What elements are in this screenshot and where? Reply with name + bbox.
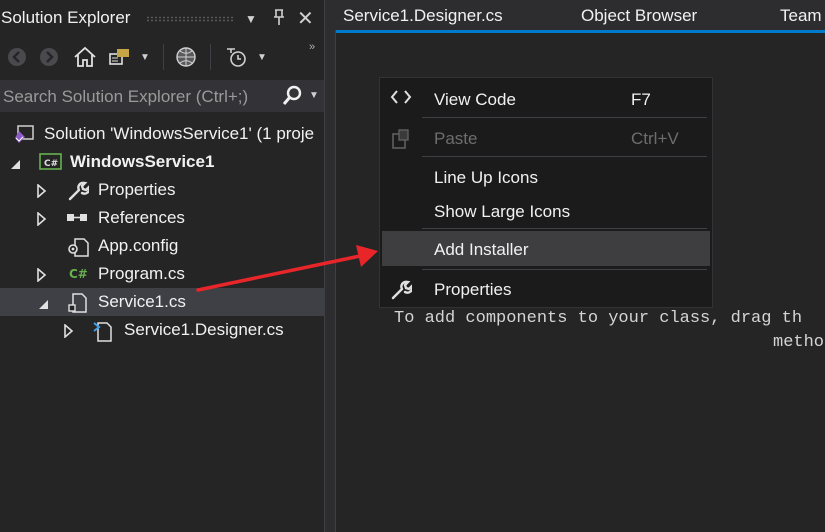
tree-item-label: Properties [98,180,176,199]
collapsed-arrow-icon[interactable] [36,183,48,199]
paste-icon [390,128,412,149]
search-icon[interactable] [281,85,303,112]
menu-item-label: Add Installer [434,240,529,259]
tree-item-label: Solution 'WindowsService1' (1 proje [44,124,315,143]
drag-grip[interactable] [146,16,234,22]
menu-item-view-code[interactable]: View Code F7 [382,81,710,115]
tree-item-service1-designer-cs[interactable]: Service1.Designer.cs [0,316,325,344]
wrench-icon [390,279,414,300]
svg-text:C#: C# [44,159,58,169]
wrench-icon [67,180,91,201]
designer-hint-text-line2: metho [773,333,825,352]
solution-icon [13,124,35,144]
tree-item-label: WindowsService1 [70,152,215,171]
menu-item-shortcut: F7 [631,90,651,109]
panel-title: Solution Explorer [1,8,131,27]
switch-views-icon[interactable] [108,46,134,68]
expanded-arrow-icon[interactable] [37,295,49,309]
collapsed-arrow-icon[interactable] [63,323,75,339]
menu-item-properties[interactable]: Properties [382,271,710,305]
menu-separator [422,228,707,229]
menu-item-label: Show Large Icons [434,202,571,221]
menu-item-label: Paste [434,129,478,148]
menu-item-label: Properties [434,280,512,299]
solution-explorer-panel: Solution Explorer ▼ ✕ ▼ ▼ » Search Solut… [0,0,325,532]
menu-item-shortcut: Ctrl+V [631,129,679,148]
menu-item-label: View Code [434,90,516,109]
designer-hint-text: To add components to your class, drag th [394,309,803,328]
menu-separator [422,156,707,157]
back-icon[interactable] [6,46,28,68]
config-icon [67,236,89,257]
dropdown-arrow-icon[interactable]: ▼ [140,46,150,68]
tab-object-browser[interactable]: Object Browser [581,6,697,26]
solution-explorer-titlebar: Solution Explorer ▼ ✕ [0,4,325,30]
menu-item-label: Line Up Icons [434,168,538,187]
home-icon[interactable] [73,46,97,68]
forward-icon[interactable] [38,46,60,68]
tab-service1-designer[interactable]: Service1.Designer.cs [343,6,503,26]
dropdown-arrow-icon[interactable]: ▼ [257,46,267,68]
collapsed-arrow-icon[interactable] [36,211,48,227]
csharp-file-icon: C# [68,265,90,285]
service-file-icon [67,292,89,313]
menu-separator [422,269,707,270]
references-icon [66,208,88,228]
pin-icon[interactable] [272,8,286,31]
tree-item-project[interactable]: C# WindowsService1 [0,148,325,176]
collapsed-arrow-icon[interactable] [36,267,48,283]
context-menu: View Code F7 Paste Ctrl+V Line Up Icons … [379,77,713,308]
tree-item-label: Service1.cs [98,292,186,311]
tree-item-references[interactable]: References [0,204,325,232]
tree-item-app-config[interactable]: App.config [0,232,325,260]
tree-item-solution[interactable]: Solution 'WindowsService1' (1 proje [0,120,325,148]
tree-item-label: References [98,208,185,227]
code-brackets-icon [390,89,412,109]
tab-team[interactable]: Team [780,6,822,26]
close-icon[interactable]: ✕ [297,6,314,31]
menu-item-show-large-icons[interactable]: Show Large Icons [382,193,710,227]
pending-changes-icon[interactable] [224,46,250,68]
csharp-project-icon: C# [39,152,62,172]
tree-item-service1-cs[interactable]: Service1.cs [0,288,325,316]
overflow-chevron-icon[interactable]: » [309,36,315,58]
tree-item-label: App.config [98,236,179,255]
designer-file-icon [93,320,115,342]
tree-item-label: Program.cs [98,264,185,283]
globe-icon[interactable] [175,46,197,68]
search-input[interactable]: Search Solution Explorer (Ctrl+;) [3,87,248,107]
svg-text:C#: C# [69,267,88,281]
dropdown-arrow-icon[interactable]: ▼ [309,90,319,101]
panel-splitter[interactable] [324,0,336,532]
expanded-arrow-icon[interactable] [9,155,21,169]
menu-separator [422,117,707,118]
tree-item-program-cs[interactable]: C# Program.cs [0,260,325,288]
tree-item-properties[interactable]: Properties [0,176,325,204]
solution-explorer-toolbar: ▼ ▼ » [0,38,325,74]
tree-item-label: Service1.Designer.cs [124,320,284,339]
menu-item-paste: Paste Ctrl+V [382,120,710,154]
search-box[interactable]: Search Solution Explorer (Ctrl+;) ▼ [0,80,325,112]
document-tab-strip: Service1.Designer.cs Object Browser Team [336,0,825,30]
menu-item-add-installer[interactable]: Add Installer [382,231,710,266]
dropdown-arrow-icon[interactable]: ▼ [245,12,257,26]
menu-item-line-up-icons[interactable]: Line Up Icons [382,159,710,193]
